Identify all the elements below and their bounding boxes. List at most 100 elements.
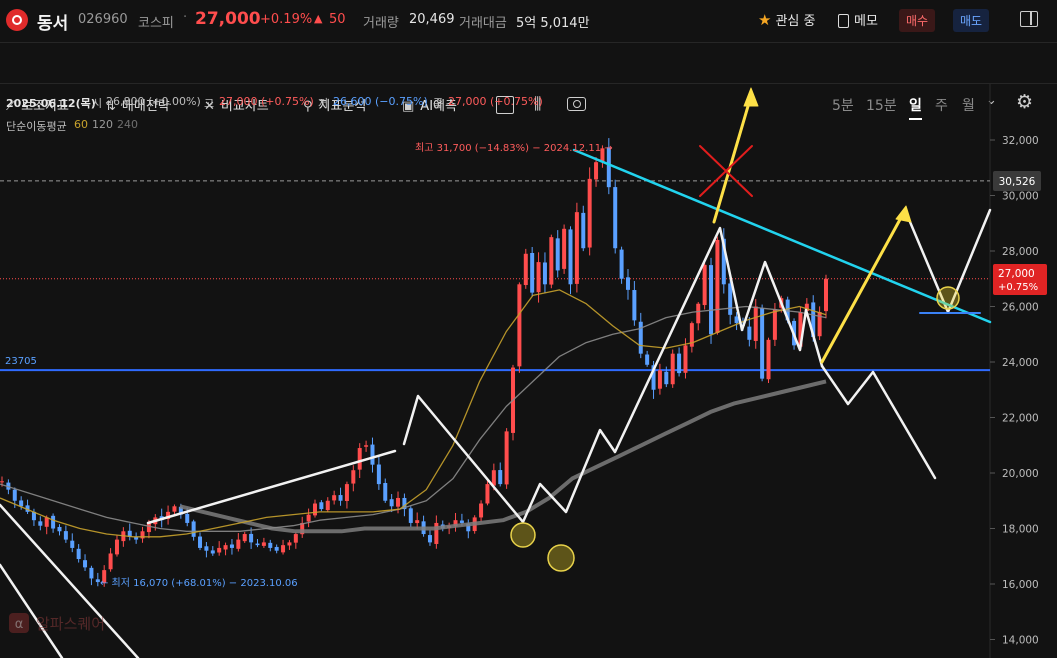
candle-body (63, 531, 68, 540)
candle-body (408, 508, 413, 523)
arrowhead-yellow-2 (895, 205, 912, 223)
candle-body (664, 371, 669, 385)
y-tick-label: 18,000 (1002, 524, 1039, 536)
candle-body (376, 464, 381, 485)
up-triangle-icon: ▲ (314, 12, 323, 25)
y-axis-ticks: 14,000 16,000 18,000 20,000 22,000 24,000 26,0… (990, 135, 1039, 647)
y-tick-label: 28,000 (1002, 246, 1039, 258)
candle-body (734, 316, 739, 324)
buy-button[interactable]: 매수 (899, 9, 936, 32)
candle-body (632, 290, 637, 321)
candle-body (498, 470, 503, 485)
watermark-text: 알파스퀘어 (36, 615, 105, 633)
ma120-line (0, 305, 827, 532)
candle-body (57, 526, 62, 532)
candle-body (70, 540, 75, 548)
candle-body (268, 542, 273, 548)
candle-body (427, 535, 432, 543)
memo-label: 메모 (854, 14, 878, 29)
candle-body (415, 520, 420, 524)
amount-label: 거래대금 (459, 16, 507, 31)
candle-body (242, 534, 247, 542)
zigzag-drawing-2 (820, 364, 937, 480)
downtrend-line-white-2 (0, 563, 64, 658)
candle-body (479, 503, 484, 518)
y-tick-label: 26,000 (1002, 302, 1039, 314)
stock-header: 동서 026960 코스피 · 27,000 +0.19% ▲ 50 거래량 2… (0, 0, 1057, 43)
candle-body (12, 489, 17, 501)
candle-body (306, 514, 311, 522)
candle-body (728, 283, 733, 315)
candle-body (357, 448, 362, 470)
candle-body (83, 560, 88, 568)
sell-button[interactable]: 매도 (953, 9, 990, 32)
candle-body (249, 533, 254, 543)
candle-body (715, 239, 720, 334)
y-tick-label: 14,000 (1002, 635, 1039, 647)
arrow-up-yellow-2 (820, 212, 905, 364)
candle-body (229, 544, 234, 548)
highlight-circle-1 (510, 522, 536, 548)
candle-body (325, 500, 330, 511)
candle-body (172, 506, 177, 512)
memo-button[interactable]: 메모 (838, 10, 878, 29)
candle-body (255, 543, 260, 546)
candle-body (338, 495, 343, 501)
candle-body (351, 470, 356, 484)
side-panel-toggle-icon[interactable] (1020, 11, 1038, 27)
candle-body (185, 514, 190, 523)
y-tick-label: 22,000 (1002, 413, 1039, 425)
y-tick-label: 24,000 (1002, 357, 1039, 369)
candle-body (625, 277, 630, 290)
candle-body (760, 308, 765, 379)
chart-toolbar: ⟋ 보조지표 ⇅ 매매전략 ✕ 비교차트 ⚲ 지표분석 ▣ AI예측 ⫼ 5분 15분 일… (0, 42, 1057, 120)
candle-body (89, 567, 94, 579)
candle-body (389, 499, 394, 507)
star-icon: ★ (758, 11, 772, 29)
candle-body (638, 321, 643, 354)
watermark-logo-glyph: α (15, 617, 24, 632)
analysis-drawings (0, 87, 992, 658)
volume-value: 20,469 (409, 12, 455, 27)
arrowhead-yellow-1 (743, 87, 759, 107)
candle-body (772, 309, 777, 340)
stock-name: 동서 (37, 14, 69, 34)
candle-body (236, 539, 241, 549)
separator-dot: · (183, 10, 188, 25)
candle-body (332, 495, 337, 501)
y-tick-label: 16,000 (1002, 579, 1039, 591)
candle-body (293, 534, 298, 543)
current-price: 27,000 (195, 9, 261, 29)
candle-body (613, 187, 618, 249)
candle-body (645, 354, 650, 365)
candle-body (19, 500, 24, 507)
market-name: 코스피 (138, 16, 174, 31)
candle-body (491, 470, 496, 486)
watchlist-label: 관심 중 (775, 14, 816, 29)
candle-body (523, 253, 528, 286)
candle-body (555, 238, 560, 271)
candle-body (383, 483, 388, 501)
candle-body (210, 550, 215, 554)
candle-body (108, 553, 113, 570)
arrow-up-yellow-1 (712, 94, 753, 224)
candle-body (657, 370, 662, 389)
candle-body (114, 539, 119, 555)
watermark: α 알파스퀘어 (9, 613, 105, 633)
candle-body (319, 502, 324, 510)
candle-body (594, 162, 599, 180)
candle-body (76, 548, 81, 560)
price-labels: 30,526 27,000 +0.75% (993, 171, 1047, 295)
volume-label: 거래량 (363, 16, 399, 31)
candle-body (747, 326, 752, 340)
candle-body (562, 228, 567, 269)
y-tick-label: 32,000 (1002, 135, 1039, 147)
candle-body (753, 306, 758, 341)
candle-body (530, 253, 535, 293)
price-chart[interactable]: 14,000 16,000 18,000 20,000 22,000 24,000 26,0… (0, 84, 1057, 658)
candle-body (619, 249, 624, 279)
candle-body (44, 517, 49, 527)
candle-body (281, 545, 286, 553)
candle-body (568, 229, 573, 285)
watchlist-button[interactable]: ★ 관심 중 (758, 10, 815, 29)
